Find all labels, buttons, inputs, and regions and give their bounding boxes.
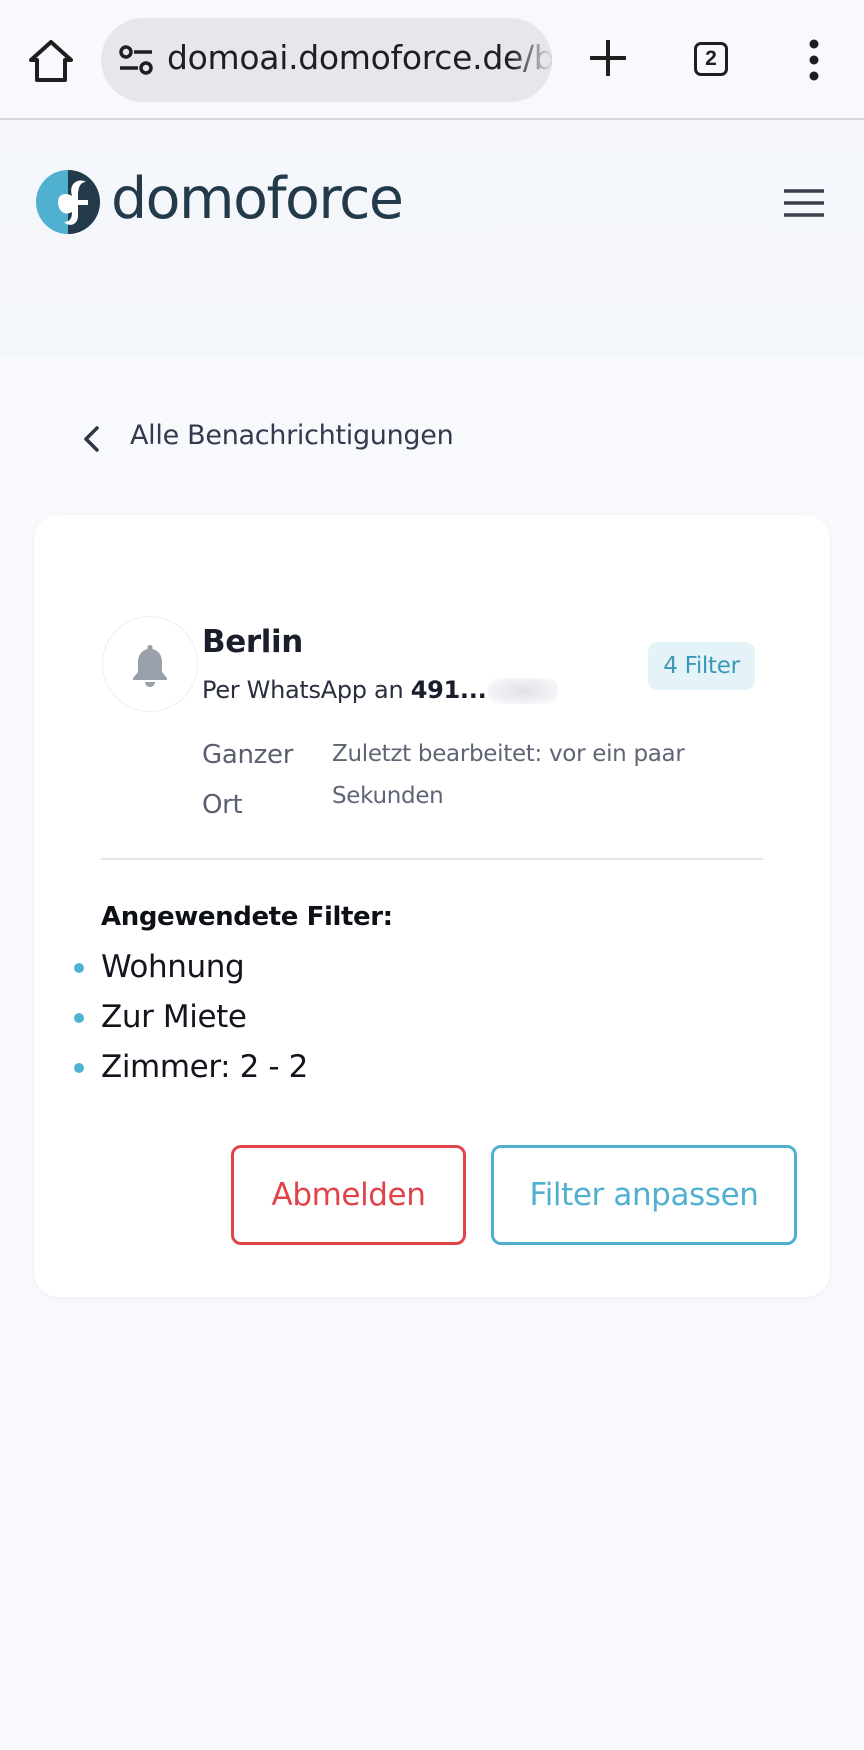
applied-filters-list: Wohnung Zur Miete Zimmer: 2 - 2 — [72, 942, 308, 1092]
applied-filters-heading: Angewendete Filter: — [101, 902, 393, 932]
chevron-left-icon[interactable] — [80, 424, 104, 454]
new-tab-icon[interactable] — [586, 36, 630, 80]
browser-toolbar: domoai.domoforce.de/b 2 — [0, 0, 864, 120]
site-header — [0, 120, 864, 355]
alert-title: Berlin — [202, 624, 303, 660]
edit-filters-button[interactable]: Filter anpassen — [491, 1145, 797, 1245]
bullet-icon — [74, 1013, 84, 1023]
tab-switcher-button[interactable]: 2 — [694, 42, 728, 76]
site-settings-icon[interactable] — [118, 44, 154, 76]
channel-prefix: Per WhatsApp an — [202, 676, 404, 704]
domoforce-logo-icon[interactable] — [36, 168, 100, 236]
filter-item: Zimmer: 2 - 2 — [72, 1042, 308, 1092]
address-bar[interactable]: domoai.domoforce.de/b — [101, 18, 552, 102]
delivery-channel: Per WhatsApp an 491... — [202, 676, 559, 704]
bullet-icon — [74, 963, 84, 973]
notification-avatar — [102, 616, 198, 712]
more-options-icon[interactable] — [802, 38, 826, 82]
filter-count-badge: 4 Filter — [648, 642, 755, 690]
unsubscribe-button[interactable]: Abmelden — [231, 1145, 466, 1245]
bullet-icon — [74, 1063, 84, 1073]
last-edited-text: Zuletzt bearbeitet: vor ein paar Sekunde… — [332, 741, 685, 809]
filter-item: Zur Miete — [72, 992, 308, 1042]
phone-number: 491... — [410, 676, 487, 704]
url-fade — [512, 18, 552, 102]
home-icon[interactable] — [26, 36, 76, 86]
blurred-phone-digits — [488, 678, 559, 704]
bell-icon — [133, 645, 167, 687]
divider — [101, 858, 763, 860]
filter-item: Wohnung — [72, 942, 308, 992]
hamburger-menu-icon[interactable] — [784, 188, 824, 218]
back-to-all-notifications-link[interactable]: Alle Benachrichtigungen — [130, 420, 454, 451]
location-scope: Ganzer Ort — [202, 740, 294, 820]
brand-name[interactable]: domoforce — [111, 166, 404, 232]
url-text[interactable]: domoai.domoforce.de/b — [167, 38, 552, 77]
